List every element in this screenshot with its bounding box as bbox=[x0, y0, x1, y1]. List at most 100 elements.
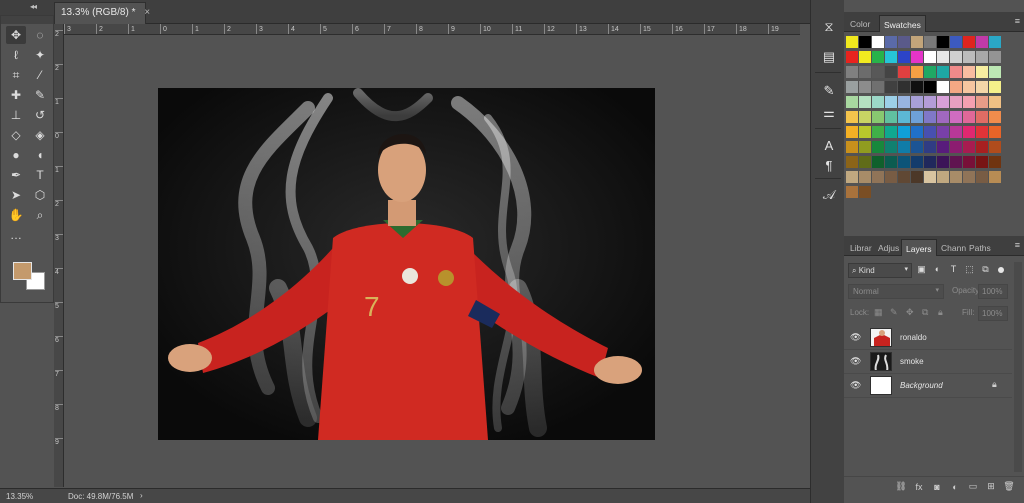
color-swatch[interactable] bbox=[976, 66, 988, 78]
color-swatch[interactable] bbox=[885, 141, 897, 153]
new-group-icon[interactable]: ▭ bbox=[964, 481, 982, 492]
adjustments-icon[interactable]: ⚌ bbox=[820, 104, 838, 122]
move-tool-icon[interactable]: ✥ bbox=[6, 26, 26, 44]
color-swatch[interactable] bbox=[898, 141, 910, 153]
blur-tool-icon[interactable]: ● bbox=[6, 146, 26, 164]
foreground-color-swatch[interactable] bbox=[13, 262, 32, 280]
color-swatch[interactable] bbox=[963, 36, 975, 48]
filter-toggle[interactable] bbox=[998, 267, 1004, 273]
color-swatch[interactable] bbox=[950, 36, 962, 48]
color-swatch[interactable] bbox=[950, 96, 962, 108]
color-swatch[interactable] bbox=[911, 66, 923, 78]
color-swatch[interactable] bbox=[859, 96, 871, 108]
eye-icon[interactable]: 👁︎ bbox=[850, 356, 861, 367]
color-swatch[interactable] bbox=[846, 96, 858, 108]
tab-layers[interactable]: Layers bbox=[901, 239, 937, 256]
color-swatch[interactable] bbox=[898, 171, 910, 183]
color-swatch[interactable] bbox=[924, 156, 936, 168]
color-swatch[interactable] bbox=[911, 156, 923, 168]
clone-stamp-tool-icon[interactable]: ⊥ bbox=[6, 106, 26, 124]
color-swatch[interactable] bbox=[885, 36, 897, 48]
color-swatch[interactable] bbox=[898, 126, 910, 138]
color-swatch[interactable] bbox=[989, 141, 1001, 153]
color-swatch[interactable] bbox=[950, 111, 962, 123]
color-swatch[interactable] bbox=[859, 186, 871, 198]
color-swatch[interactable] bbox=[885, 51, 897, 63]
tab-paths[interactable]: Paths bbox=[965, 239, 995, 256]
color-swatch[interactable] bbox=[898, 36, 910, 48]
color-swatch[interactable] bbox=[950, 51, 962, 63]
tab-swatches[interactable]: Swatches bbox=[879, 15, 926, 32]
color-swatch[interactable] bbox=[859, 156, 871, 168]
color-swatch[interactable] bbox=[846, 36, 858, 48]
color-swatch[interactable] bbox=[963, 141, 975, 153]
color-swatch[interactable] bbox=[872, 141, 884, 153]
panel-menu-icon[interactable]: ≡ bbox=[1015, 240, 1020, 250]
color-swatch[interactable] bbox=[937, 141, 949, 153]
color-swatch[interactable] bbox=[898, 111, 910, 123]
color-swatch[interactable] bbox=[924, 141, 936, 153]
link-layers-icon[interactable]: ⛓ bbox=[892, 481, 910, 492]
shape-filter-icon[interactable]: ⬚ bbox=[963, 264, 976, 277]
color-swatch[interactable] bbox=[937, 156, 949, 168]
crop-tool-icon[interactable]: ⌗ bbox=[6, 66, 26, 84]
layers-scrollbar[interactable] bbox=[1014, 262, 1022, 472]
color-swatch[interactable] bbox=[950, 156, 962, 168]
add-mask-icon[interactable]: ◙ bbox=[928, 482, 946, 492]
color-swatch[interactable] bbox=[846, 111, 858, 123]
hand-tool-icon[interactable]: ✋ bbox=[6, 206, 26, 224]
horizontal-ruler[interactable]: 321012345678910111213141516171819202122 bbox=[60, 24, 800, 35]
zoom-tool-icon[interactable]: ⌕ bbox=[30, 206, 50, 224]
color-swatch[interactable] bbox=[963, 171, 975, 183]
more-tools-icon[interactable]: … bbox=[6, 226, 26, 244]
color-swatch[interactable] bbox=[950, 171, 962, 183]
marquee-tool-icon[interactable]: ◌ bbox=[30, 26, 50, 44]
healing-brush-tool-icon[interactable]: ✚ bbox=[6, 86, 26, 104]
color-swatch[interactable] bbox=[911, 96, 923, 108]
color-swatch[interactable] bbox=[963, 111, 975, 123]
color-swatch[interactable] bbox=[885, 96, 897, 108]
paint-bucket-tool-icon[interactable]: ◈ bbox=[30, 126, 50, 144]
color-swatch[interactable] bbox=[924, 81, 936, 93]
color-swatch[interactable] bbox=[885, 171, 897, 183]
magic-wand-tool-icon[interactable]: ✦ bbox=[30, 46, 50, 64]
trash-icon[interactable]: 🗑︎ bbox=[1000, 481, 1018, 492]
type-tool-icon[interactable]: T bbox=[30, 166, 50, 184]
lock-all-icon[interactable]: 🔒︎ bbox=[938, 307, 943, 318]
brush-settings-icon[interactable]: ✎ bbox=[820, 82, 838, 100]
color-swatch[interactable] bbox=[937, 126, 949, 138]
color-swatch[interactable] bbox=[872, 171, 884, 183]
tab-libraries[interactable]: Librar bbox=[846, 239, 876, 256]
pen-tool-icon[interactable]: ✒ bbox=[6, 166, 26, 184]
color-swatch[interactable] bbox=[963, 126, 975, 138]
adjustment-layer-icon[interactable]: ◐ bbox=[946, 482, 964, 492]
color-swatch[interactable] bbox=[976, 111, 988, 123]
color-swatch[interactable] bbox=[976, 96, 988, 108]
layer-row[interactable]: 👁︎ smoke bbox=[844, 350, 1012, 374]
color-swatch[interactable] bbox=[976, 141, 988, 153]
properties-icon[interactable]: ▤ bbox=[820, 48, 838, 66]
color-swatch[interactable] bbox=[885, 126, 897, 138]
color-swatch[interactable] bbox=[859, 81, 871, 93]
color-swatch[interactable] bbox=[846, 156, 858, 168]
color-swatch[interactable] bbox=[911, 141, 923, 153]
history-icon[interactable]: ⧖ bbox=[820, 18, 838, 36]
color-swatch[interactable] bbox=[872, 111, 884, 123]
color-swatch[interactable] bbox=[976, 36, 988, 48]
color-swatch[interactable] bbox=[963, 96, 975, 108]
color-swatch[interactable] bbox=[924, 36, 936, 48]
fill-input[interactable]: 100% bbox=[978, 306, 1008, 321]
color-swatch[interactable] bbox=[846, 66, 858, 78]
paragraph-icon[interactable]: ¶ bbox=[820, 156, 838, 174]
status-menu-arrow-icon[interactable]: › bbox=[140, 491, 143, 500]
color-swatch[interactable] bbox=[989, 96, 1001, 108]
color-swatch[interactable] bbox=[872, 81, 884, 93]
eye-icon[interactable]: 👁︎ bbox=[850, 380, 861, 391]
color-swatch[interactable] bbox=[859, 66, 871, 78]
color-swatch[interactable] bbox=[937, 36, 949, 48]
layer-row[interactable]: 👁︎ Background 🔒︎ bbox=[844, 374, 1012, 398]
color-swatch[interactable] bbox=[859, 141, 871, 153]
layer-style-icon[interactable]: fx bbox=[910, 482, 928, 492]
color-swatch[interactable] bbox=[911, 81, 923, 93]
color-swatch[interactable] bbox=[885, 156, 897, 168]
